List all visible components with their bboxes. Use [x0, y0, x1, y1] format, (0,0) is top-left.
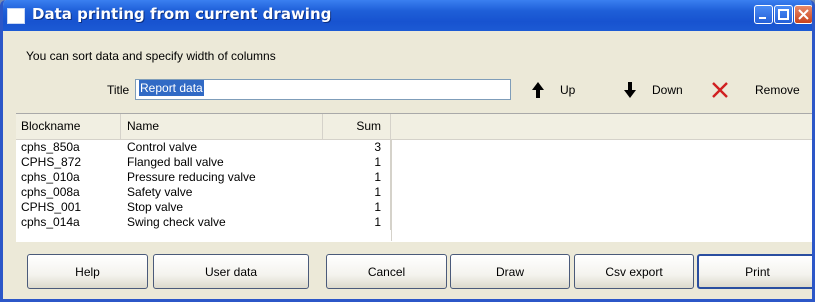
cell-name: Stop valve	[127, 200, 184, 214]
close-icon[interactable]	[794, 5, 812, 24]
table-row[interactable]: CPHS_001 Stop valve 1	[16, 200, 812, 215]
title-label: Title	[107, 83, 130, 97]
table-row[interactable]: cphs_008a Safety valve 1	[16, 185, 812, 200]
cell-sum: 1	[323, 185, 391, 200]
cancel-button[interactable]: Cancel	[326, 254, 447, 289]
cell-name: Control valve	[127, 140, 198, 154]
arrow-down-icon	[622, 81, 638, 99]
cell-sum: 1	[323, 200, 391, 215]
cell-blockname: cphs_014a	[21, 215, 80, 229]
title-input-value: Report data	[139, 80, 204, 96]
help-button[interactable]: Help	[27, 254, 148, 289]
column-header-sum[interactable]: Sum	[323, 114, 391, 139]
title-bar[interactable]: Data printing from current drawing	[3, 0, 812, 31]
dialog-window: Data printing from current drawing You c…	[0, 0, 815, 302]
cell-blockname: cphs_008a	[21, 185, 80, 199]
table-row[interactable]: CPHS_872 Flanged ball valve 1	[16, 155, 812, 170]
title-input[interactable]: Report data	[135, 79, 511, 100]
move-up-button[interactable]: Up	[530, 79, 575, 101]
instruction-text: You can sort data and specify width of c…	[26, 49, 276, 63]
button-bar: Help User data Cancel Draw Csv export Pr…	[3, 247, 812, 299]
csv-export-button[interactable]: Csv export	[574, 254, 694, 289]
cell-name: Swing check valve	[127, 215, 226, 229]
window-title: Data printing from current drawing	[32, 5, 332, 23]
remove-label: Remove	[755, 83, 800, 97]
move-up-label: Up	[560, 83, 576, 97]
cell-sum: 3	[323, 140, 391, 155]
cell-name: Flanged ball valve	[127, 155, 224, 169]
table-row[interactable]: cphs_010a Pressure reducing valve 1	[16, 170, 812, 185]
cell-name: Pressure reducing valve	[127, 170, 256, 184]
table-row[interactable]: cphs_850a Control valve 3	[16, 140, 812, 155]
data-table[interactable]: Blockname Name Sum cphs_850a Control val…	[16, 113, 812, 242]
cell-sum: 1	[323, 215, 391, 230]
table-header: Blockname Name Sum	[16, 114, 812, 140]
move-down-label: Down	[652, 83, 683, 97]
draw-button[interactable]: Draw	[450, 254, 570, 289]
cell-blockname: cphs_010a	[21, 170, 80, 184]
column-header-blockname[interactable]: Blockname	[16, 114, 121, 139]
maximize-icon[interactable]	[774, 5, 793, 24]
table-row[interactable]: cphs_014a Swing check valve 1	[16, 215, 812, 230]
cell-blockname: cphs_850a	[21, 140, 80, 154]
cell-blockname: CPHS_001	[21, 200, 82, 214]
remove-x-icon	[711, 81, 728, 99]
move-down-button[interactable]: Down	[622, 79, 683, 101]
cell-blockname: CPHS_872	[21, 155, 82, 169]
column-header-name[interactable]: Name	[121, 114, 323, 139]
cell-sum: 1	[323, 170, 391, 185]
cell-sum: 1	[323, 155, 391, 170]
cell-name: Safety valve	[127, 185, 193, 199]
user-data-button[interactable]: User data	[153, 254, 309, 289]
arrow-up-icon	[530, 81, 546, 99]
window-icon	[7, 8, 25, 24]
remove-button[interactable]: Remove	[711, 79, 800, 101]
minimize-icon[interactable]	[754, 5, 773, 24]
print-button[interactable]: Print	[697, 254, 812, 289]
